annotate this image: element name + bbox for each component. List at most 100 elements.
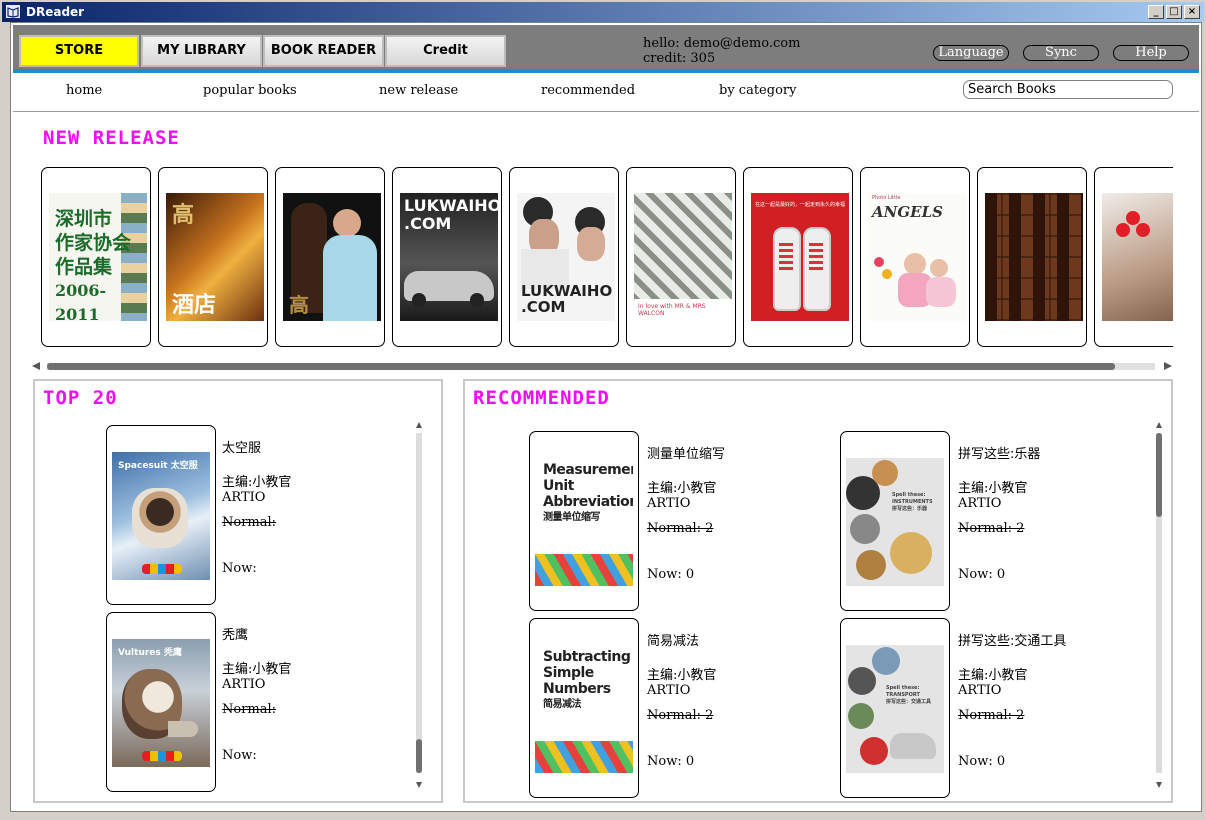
tab-book-reader[interactable]: BOOK READER [263, 35, 384, 67]
book-now-price: Now: 0 [647, 567, 695, 582]
account-info: hello: demo@demo.com credit: 305 [643, 36, 800, 66]
scrollbar-thumb[interactable] [1156, 433, 1162, 517]
scrollbar-thumb[interactable] [47, 363, 1115, 370]
help-button[interactable]: Help [1113, 45, 1189, 61]
cover-text: ANGELS [872, 203, 943, 221]
account-credit: credit: 305 [643, 51, 716, 66]
book-card[interactable]: In love with MR & MRS WALCON [626, 167, 736, 347]
book-card[interactable]: Vultures 秃鹰 [106, 612, 216, 792]
scroll-left-arrow-icon[interactable] [31, 361, 41, 371]
tab-my-library[interactable]: MY LIBRARY [141, 35, 262, 67]
book-meta: 主编:小教官 ARTIO [647, 668, 716, 698]
cover-text: 酒店 [172, 292, 217, 318]
top-toolbar: STORE MY LIBRARY BOOK READER Credit hell… [13, 25, 1199, 73]
cover-text: 测量单位缩写 [543, 512, 600, 523]
book-title[interactable]: 测量单位缩写 [647, 443, 725, 462]
nav-recommended[interactable]: recommended [541, 83, 635, 98]
book-card[interactable]: LUKWAIHO .COM [509, 167, 619, 347]
cover-text: 高 [172, 202, 195, 228]
book-app-icon [6, 5, 20, 18]
cover-text: Vultures 秃鹰 [118, 648, 182, 658]
book-editor: 主编:小教官 [647, 668, 717, 683]
recommended-scrollbar[interactable] [1155, 421, 1163, 791]
account-email: hello: demo@demo.com [643, 36, 801, 51]
book-normal-price: Normal: [222, 515, 277, 530]
book-title[interactable]: 简易减法 [647, 630, 699, 649]
book-cover: 高 酒店 [166, 193, 264, 321]
scrollbar-thumb[interactable] [416, 739, 422, 773]
language-button[interactable]: Language [933, 45, 1009, 61]
tab-credit[interactable]: Credit [385, 35, 506, 67]
book-card[interactable]: 高 酒店 [158, 167, 268, 347]
close-button[interactable]: × [1184, 5, 1200, 19]
book-title[interactable]: 秃鹰 [222, 624, 248, 643]
maximize-button[interactable]: □ [1166, 5, 1182, 19]
cover-text: Unit [543, 478, 574, 494]
book-cover: In love with MR & MRS WALCON [634, 193, 732, 321]
cover-text: 拼写这些：乐器 [892, 506, 928, 512]
new-release-carousel: 深圳市 作家协会 作品集 2006-2011 高 酒店 高 LUKWAIHO .… [41, 167, 1173, 349]
book-cover: Vultures 秃鹰 [112, 639, 210, 767]
book-cover: Subtracting Simple Numbers 简易减法 [535, 645, 633, 773]
cover-text: Spell these: [892, 492, 926, 498]
book-cover: 深圳市 作家协会 作品集 2006-2011 [49, 193, 147, 321]
book-meta: 主编:小教官 ARTIO [222, 475, 291, 505]
scroll-down-arrow-icon[interactable] [1155, 781, 1163, 789]
top20-scrollbar[interactable] [415, 421, 423, 791]
book-title[interactable]: 拼写这些:交通工具 [958, 630, 1066, 649]
book-meta: 主编:小教官 ARTIO [647, 481, 716, 511]
book-publisher: ARTIO [647, 683, 691, 698]
minimize-button[interactable]: _ [1148, 5, 1164, 19]
nav-by-category[interactable]: by category [719, 83, 796, 98]
book-card[interactable]: Subtracting Simple Numbers 简易减法 [529, 618, 639, 798]
tab-store[interactable]: STORE [19, 35, 139, 67]
nav-popular-books[interactable]: popular books [203, 83, 297, 98]
cover-text: Subtracting [543, 649, 631, 665]
book-editor: 主编:小教官 [958, 668, 1028, 683]
sync-button[interactable]: Sync [1023, 45, 1099, 61]
book-cover [985, 193, 1083, 321]
book-title[interactable]: 拼写这些:乐器 [958, 443, 1040, 462]
book-card[interactable]: Measurement Unit Abbreviations 测量单位缩写 [529, 431, 639, 611]
book-normal-price: Normal: 2 [647, 708, 714, 723]
cover-text: 高 [289, 293, 309, 317]
cover-text: .COM [521, 298, 566, 316]
book-now-price: Now: 0 [958, 754, 1006, 769]
book-cover: 高 [283, 193, 381, 321]
book-card[interactable]: Spell these: TRANSPORT 拼写这些：交通工具 [840, 618, 950, 798]
book-editor: 主编:小教官 [958, 481, 1028, 496]
cover-text: Abbreviations [543, 494, 633, 510]
book-title[interactable]: 太空服 [222, 437, 261, 456]
book-card[interactable]: 高 [275, 167, 385, 347]
scroll-right-arrow-icon[interactable] [1163, 361, 1173, 371]
scroll-down-arrow-icon[interactable] [415, 781, 423, 789]
cover-text: TRANSPORT [886, 692, 920, 698]
cover-text: LUKWAIHO [404, 196, 498, 215]
new-release-heading: NEW RELEASE [43, 127, 180, 149]
app-client-area: STORE MY LIBRARY BOOK READER Credit hell… [10, 22, 1202, 812]
carousel-scrollbar[interactable] [31, 359, 1173, 373]
cover-text: 作家协会 [55, 232, 132, 254]
book-card[interactable] [977, 167, 1087, 347]
book-card[interactable]: Spacesuit 太空服 [106, 425, 216, 605]
nav-home[interactable]: home [66, 83, 102, 98]
cover-text: Simple [543, 665, 594, 681]
cover-text: Photo Little [872, 195, 901, 201]
book-card[interactable]: Photo Little ANGELS [860, 167, 970, 347]
scroll-up-arrow-icon[interactable] [1155, 421, 1163, 429]
book-card[interactable]: Spell these: INSTRUMENTS 拼写这些：乐器 [840, 431, 950, 611]
book-card[interactable]: 在这一起是最好的，一起走到永久的幸福 [743, 167, 853, 347]
title-bar: DReader _ □ × [2, 2, 1204, 22]
book-card[interactable]: LUKWAIHO .COM [392, 167, 502, 347]
book-cover: LUKWAIHO .COM [400, 193, 498, 321]
book-normal-price: Normal: 2 [647, 521, 714, 536]
scrollbar-track[interactable] [416, 433, 422, 773]
cover-text: In love with MR & MRS WALCON [638, 303, 706, 317]
search-input[interactable] [963, 80, 1173, 99]
book-card[interactable]: 深圳市 作家协会 作品集 2006-2011 [41, 167, 151, 347]
book-publisher: ARTIO [958, 683, 1002, 698]
store-nav: home popular books new release recommend… [13, 73, 1199, 112]
book-card[interactable] [1094, 167, 1173, 347]
nav-new-release[interactable]: new release [379, 83, 458, 98]
scroll-up-arrow-icon[interactable] [415, 421, 423, 429]
